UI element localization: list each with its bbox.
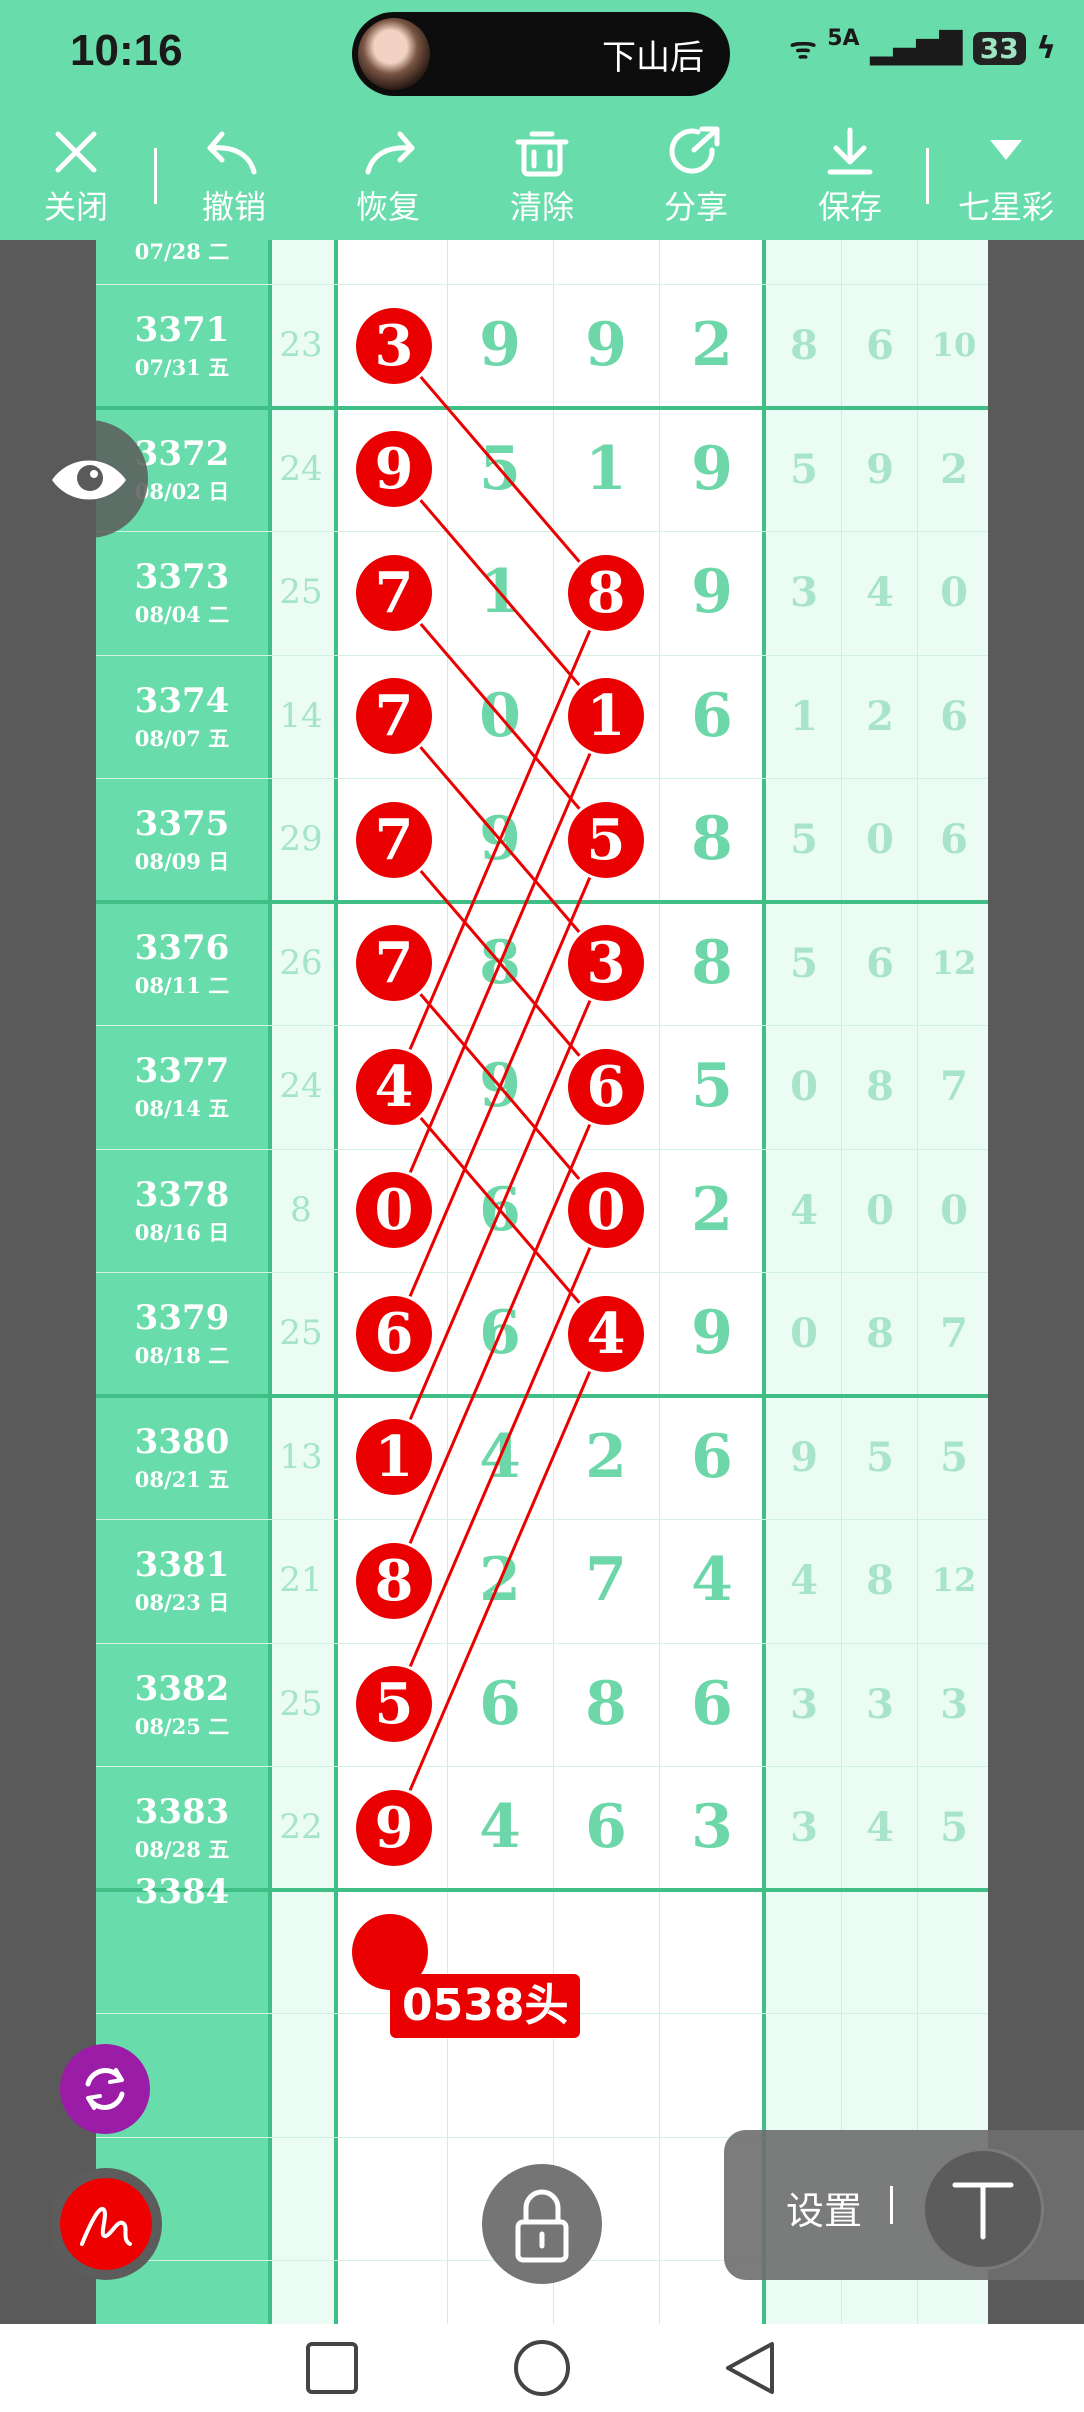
save-label: 保存 bbox=[817, 188, 882, 226]
eye-icon bbox=[52, 460, 126, 500]
redo-label: 恢复 bbox=[355, 188, 420, 226]
share-button[interactable]: 分享 bbox=[636, 108, 756, 240]
triangle-back-icon bbox=[726, 2342, 774, 2394]
trash-icon bbox=[515, 131, 569, 177]
system-nav-bar bbox=[0, 2324, 1084, 2412]
album-avatar bbox=[358, 18, 430, 90]
close-icon bbox=[55, 131, 97, 173]
signal-icon: ▂▄▆█ bbox=[870, 31, 963, 66]
close-button[interactable]: 关闭 bbox=[16, 108, 136, 240]
redo-icon bbox=[365, 131, 415, 175]
clear-button[interactable]: 清除 bbox=[482, 108, 602, 240]
marked-number[interactable]: 1 bbox=[356, 1419, 432, 1496]
lottery-type-dropdown[interactable]: 七星彩 bbox=[946, 108, 1066, 240]
marked-number[interactable]: 3 bbox=[568, 925, 644, 1002]
marked-number[interactable]: 8 bbox=[568, 554, 644, 631]
marked-number[interactable]: 7 bbox=[356, 554, 432, 631]
lock-icon bbox=[515, 2189, 569, 2263]
marked-number[interactable]: 3 bbox=[356, 307, 432, 384]
refresh-button[interactable] bbox=[60, 2044, 150, 2134]
clear-label: 清除 bbox=[509, 188, 574, 226]
marked-number[interactable]: 9 bbox=[356, 431, 432, 508]
pen-button[interactable] bbox=[50, 2168, 162, 2280]
status-time: 10:16 bbox=[70, 26, 183, 75]
marked-number[interactable]: 0 bbox=[356, 1172, 432, 1249]
marked-number[interactable]: 6 bbox=[356, 1295, 432, 1372]
square-icon bbox=[306, 2342, 358, 2394]
settings-button[interactable]: 设置 bbox=[786, 2180, 862, 2235]
circle-icon bbox=[514, 2340, 570, 2396]
lottery-type-label: 七星彩 bbox=[957, 188, 1054, 226]
share-label: 分享 bbox=[663, 188, 728, 226]
battery-icon: 33 bbox=[972, 32, 1026, 65]
home-button[interactable] bbox=[514, 2340, 570, 2396]
text-tool-button[interactable] bbox=[922, 2148, 1044, 2270]
text-t-icon bbox=[952, 2182, 1014, 2240]
share-icon bbox=[669, 126, 720, 174]
save-button[interactable]: 保存 bbox=[790, 108, 910, 240]
redo-button[interactable]: 恢复 bbox=[328, 108, 448, 240]
island-text: 下山后 bbox=[602, 38, 704, 78]
prediction-tag: 0538头 bbox=[390, 1974, 581, 2038]
lock-button[interactable] bbox=[482, 2164, 602, 2284]
marked-number[interactable]: 1 bbox=[568, 678, 644, 755]
close-label: 关闭 bbox=[43, 188, 108, 226]
eye-toggle-button[interactable] bbox=[30, 420, 148, 538]
marked-number[interactable]: 0 bbox=[568, 1172, 644, 1249]
status-bar: 10:16 下山后 ᯤ 5A ▂▄▆█ 33 ϟ bbox=[0, 0, 1084, 108]
marked-number[interactable]: 7 bbox=[356, 925, 432, 1002]
marked-number[interactable]: 7 bbox=[356, 801, 432, 878]
refresh-icon bbox=[85, 2068, 125, 2110]
marked-number[interactable]: 6 bbox=[568, 1048, 644, 1125]
trend-chart[interactable]: 07/28 二 337107/31 五2339928610337208/02 日… bbox=[96, 240, 988, 2324]
back-button[interactable] bbox=[726, 2342, 774, 2394]
toolbar: 关闭 撤销 恢复 清除 分享 保存 七星彩 bbox=[0, 108, 1084, 240]
marked-number[interactable]: 5 bbox=[568, 801, 644, 878]
status-icons: ᯤ 5A ▂▄▆█ 33 ϟ bbox=[789, 26, 1056, 67]
recents-button[interactable] bbox=[306, 2342, 358, 2394]
marked-number[interactable]: 5 bbox=[356, 1666, 432, 1743]
dynamic-island[interactable]: 下山后 bbox=[352, 12, 730, 96]
undo-label: 撤销 bbox=[201, 188, 266, 226]
handwriting-pen-icon bbox=[80, 2206, 132, 2246]
settings-divider bbox=[890, 2186, 893, 2224]
marked-number[interactable]: 9 bbox=[356, 1789, 432, 1866]
marked-number[interactable]: 4 bbox=[356, 1048, 432, 1125]
marked-number[interactable]: 4 bbox=[568, 1295, 644, 1372]
toolbar-divider bbox=[154, 148, 157, 204]
next-issue-label: 3384 bbox=[134, 1872, 230, 1912]
marked-number[interactable]: 8 bbox=[356, 1542, 432, 1619]
network-label: 5A bbox=[827, 26, 860, 51]
charging-icon: ϟ bbox=[1036, 31, 1056, 66]
download-icon bbox=[827, 127, 873, 175]
marked-number[interactable]: 7 bbox=[356, 678, 432, 755]
dropdown-triangle-icon bbox=[990, 140, 1022, 160]
settings-panel: 设置 bbox=[724, 2130, 1084, 2280]
toolbar-divider bbox=[926, 148, 929, 204]
wifi-icon: ᯤ bbox=[789, 31, 817, 66]
undo-button[interactable]: 撤销 bbox=[174, 108, 294, 240]
undo-icon bbox=[207, 131, 257, 175]
